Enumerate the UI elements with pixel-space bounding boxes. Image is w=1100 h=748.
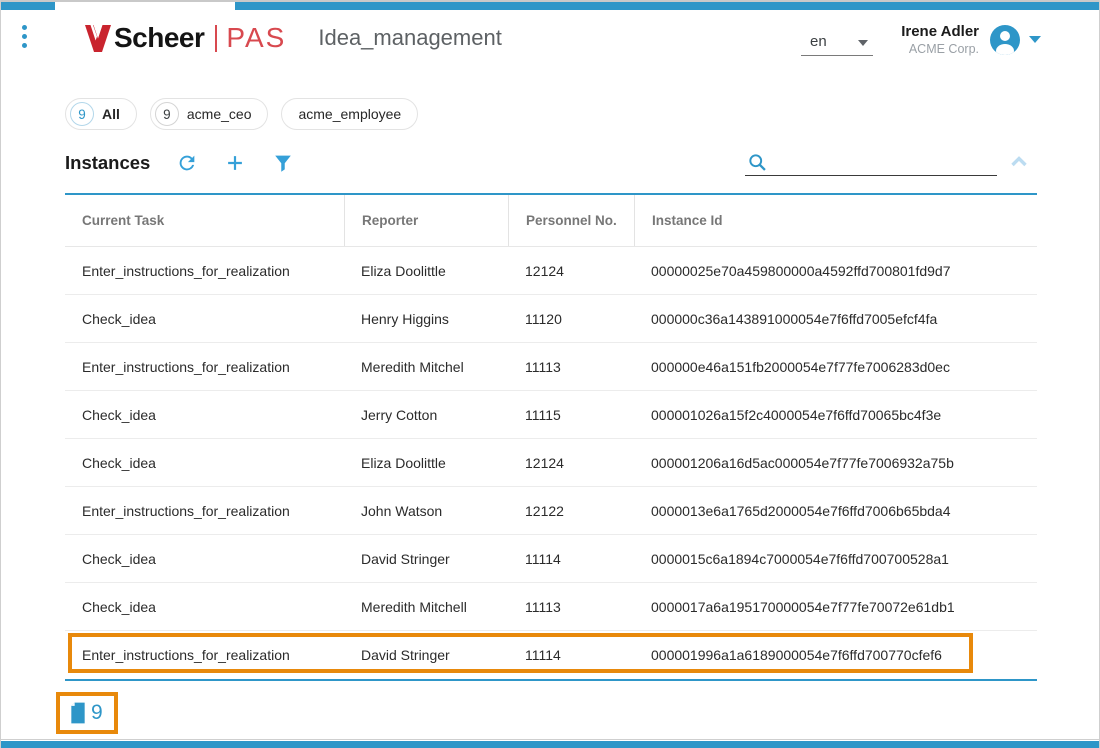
logo-divider bbox=[215, 25, 217, 52]
instances-table-body: Enter_instructions_for_realizationEliza … bbox=[65, 247, 1037, 679]
column-header-personnel-no[interactable]: Personnel No. bbox=[508, 195, 634, 246]
table-cell-current-task: Enter_instructions_for_realization bbox=[65, 343, 344, 390]
chip-count-badge: 9 bbox=[155, 102, 179, 126]
table-cell-personnel-no: 11113 bbox=[508, 343, 634, 390]
filter-funnel-icon[interactable] bbox=[272, 152, 294, 174]
menu-kebab-icon[interactable] bbox=[22, 25, 27, 52]
filter-chip-acme-ceo[interactable]: 9 acme_ceo bbox=[150, 98, 269, 130]
chip-label: All bbox=[102, 106, 120, 122]
column-header-instance-id[interactable]: Instance Id bbox=[634, 195, 1037, 246]
user-info: Irene Adler ACME Corp. bbox=[901, 22, 979, 57]
table-cell-reporter: David Stringer bbox=[344, 631, 508, 679]
add-instance-icon[interactable] bbox=[224, 152, 246, 174]
table-cell-instance-id: 00000025e70a459800000a4592ffd700801fd9d7 bbox=[634, 247, 1037, 294]
table-row[interactable]: Check_ideaHenry Higgins11120000000c36a14… bbox=[65, 295, 1037, 343]
bottom-accent-bar bbox=[1, 741, 1099, 748]
table-cell-current-task: Enter_instructions_for_realization bbox=[65, 487, 344, 534]
table-cell-personnel-no: 11113 bbox=[508, 583, 634, 630]
table-cell-personnel-no: 11114 bbox=[508, 535, 634, 582]
brand-logo: Scheer PAS Idea_management bbox=[85, 22, 502, 54]
table-row[interactable]: Enter_instructions_for_realizationMeredi… bbox=[65, 343, 1037, 391]
panel-title: Instances bbox=[65, 152, 150, 174]
user-avatar-icon[interactable] bbox=[990, 25, 1020, 55]
user-name: Irene Adler bbox=[901, 22, 979, 41]
app-header: Scheer PAS Idea_management en Irene Adle… bbox=[1, 10, 1099, 72]
result-count: 9 bbox=[91, 701, 103, 725]
table-row[interactable]: Check_ideaMeredith Mitchell111130000017a… bbox=[65, 583, 1037, 631]
instances-table: Current Task Reporter Personnel No. Inst… bbox=[65, 193, 1037, 681]
table-cell-reporter: Jerry Cotton bbox=[344, 391, 508, 438]
table-cell-current-task: Check_idea bbox=[65, 439, 344, 486]
table-header-row: Current Task Reporter Personnel No. Inst… bbox=[65, 195, 1037, 247]
search-icon bbox=[747, 152, 768, 173]
table-cell-current-task: Enter_instructions_for_realization bbox=[65, 247, 344, 294]
table-cell-reporter: Meredith Mitchell bbox=[344, 583, 508, 630]
user-caret-icon bbox=[1029, 36, 1041, 43]
chip-count-badge: 9 bbox=[70, 102, 94, 126]
product-name: PAS bbox=[226, 22, 286, 54]
table-cell-reporter: Eliza Doolittle bbox=[344, 439, 508, 486]
instances-toolbar: Instances bbox=[65, 146, 294, 180]
app-window: Scheer PAS Idea_management en Irene Adle… bbox=[0, 0, 1100, 748]
table-cell-personnel-no: 12124 bbox=[508, 439, 634, 486]
table-cell-instance-id: 000000e46a151fb2000054e7f77fe7006283d0ec bbox=[634, 343, 1037, 390]
scheer-logo-mark-icon bbox=[85, 25, 111, 52]
table-cell-current-task: Check_idea bbox=[65, 583, 344, 630]
filter-chip-all[interactable]: 9 All bbox=[65, 98, 137, 130]
table-cell-personnel-no: 11120 bbox=[508, 295, 634, 342]
table-row[interactable]: Enter_instructions_for_realizationEliza … bbox=[65, 247, 1037, 295]
table-row[interactable]: Check_ideaDavid Stringer111140000015c6a1… bbox=[65, 535, 1037, 583]
language-select[interactable]: en bbox=[801, 29, 873, 56]
table-cell-personnel-no: 12124 bbox=[508, 247, 634, 294]
table-cell-personnel-no: 11114 bbox=[508, 631, 634, 679]
table-cell-personnel-no: 12122 bbox=[508, 487, 634, 534]
language-caret-icon bbox=[858, 40, 868, 46]
table-cell-current-task: Check_idea bbox=[65, 391, 344, 438]
table-cell-current-task: Enter_instructions_for_realization bbox=[65, 631, 344, 679]
table-cell-reporter: John Watson bbox=[344, 487, 508, 534]
table-cell-instance-id: 0000013e6a1765d2000054e7f6ffd7006b65bda4 bbox=[634, 487, 1037, 534]
user-menu[interactable]: Irene Adler ACME Corp. bbox=[901, 22, 1041, 57]
table-cell-personnel-no: 11115 bbox=[508, 391, 634, 438]
column-header-current-task[interactable]: Current Task bbox=[65, 195, 344, 246]
app-title: Idea_management bbox=[318, 25, 501, 51]
table-cell-instance-id: 0000017a6a195170000054e7f77fe70072e61db1 bbox=[634, 583, 1037, 630]
table-cell-instance-id: 000001996a1a6189000054e7f6ffd700770cfef6 bbox=[634, 631, 1037, 679]
topbar-tab-notch bbox=[55, 2, 235, 10]
user-organization: ACME Corp. bbox=[901, 41, 979, 57]
table-cell-instance-id: 0000015c6a1894c7000054e7f6ffd700700528a1 bbox=[634, 535, 1037, 582]
table-cell-reporter: David Stringer bbox=[344, 535, 508, 582]
document-icon bbox=[68, 701, 88, 725]
search-input[interactable] bbox=[774, 151, 997, 175]
table-cell-instance-id: 000001206a16d5ac000054e7f77fe7006932a75b bbox=[634, 439, 1037, 486]
table-row[interactable]: Check_ideaJerry Cotton11115000001026a15f… bbox=[65, 391, 1037, 439]
table-cell-reporter: Meredith Mitchel bbox=[344, 343, 508, 390]
table-cell-current-task: Check_idea bbox=[65, 535, 344, 582]
chip-label: acme_employee bbox=[298, 106, 401, 122]
table-cell-instance-id: 000000c36a143891000054e7f6ffd7005efcf4fa bbox=[634, 295, 1037, 342]
brand-name: Scheer bbox=[114, 22, 204, 54]
refresh-icon[interactable] bbox=[176, 152, 198, 174]
role-filter-chips: 9 All 9 acme_ceo acme_employee bbox=[65, 98, 418, 130]
bottom-divider bbox=[1, 739, 1099, 740]
search-bar bbox=[745, 147, 997, 176]
table-row[interactable]: Check_ideaEliza Doolittle12124000001206a… bbox=[65, 439, 1037, 487]
result-count-box[interactable]: 9 bbox=[56, 692, 118, 734]
table-cell-reporter: Henry Higgins bbox=[344, 295, 508, 342]
table-cell-reporter: Eliza Doolittle bbox=[344, 247, 508, 294]
column-header-reporter[interactable]: Reporter bbox=[344, 195, 508, 246]
top-accent-bar bbox=[1, 2, 1099, 10]
collapse-panel-chevron-icon[interactable] bbox=[1007, 150, 1031, 174]
chip-label: acme_ceo bbox=[187, 106, 252, 122]
filter-chip-acme-employee[interactable]: acme_employee bbox=[281, 98, 418, 130]
table-cell-current-task: Check_idea bbox=[65, 295, 344, 342]
table-row[interactable]: Enter_instructions_for_realizationJohn W… bbox=[65, 487, 1037, 535]
table-row[interactable]: Enter_instructions_for_realizationDavid … bbox=[65, 631, 1037, 679]
table-cell-instance-id: 000001026a15f2c4000054e7f6ffd70065bc4f3e bbox=[634, 391, 1037, 438]
